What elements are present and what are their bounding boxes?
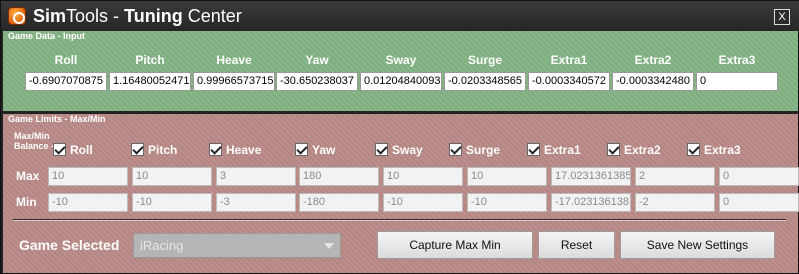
checkmark-icon[interactable] bbox=[527, 143, 540, 157]
title-part-sim: Sim bbox=[33, 6, 67, 26]
min-row-label: Min bbox=[16, 195, 37, 209]
input-header-heave: Heave bbox=[216, 53, 252, 67]
min-value-extra3[interactable]: 0 bbox=[719, 193, 799, 212]
max-value-roll[interactable]: 10 bbox=[48, 167, 128, 186]
max-min-balance-label: Max/Min Balance - bbox=[14, 131, 54, 151]
capture-max-min-button[interactable]: Capture Max Min bbox=[377, 231, 533, 259]
checkbox-label-yaw: Yaw bbox=[312, 142, 336, 157]
input-value-extra2[interactable]: -0.0003342480 bbox=[612, 72, 694, 91]
balance-label-line2: Balance - bbox=[14, 141, 55, 151]
max-value-extra1[interactable]: 17.0231361385 bbox=[551, 167, 631, 186]
input-value-yaw[interactable]: -30.650238037 bbox=[276, 72, 358, 91]
game-limits-panel: Game Limits - Max/Min Max/Min Balance - … bbox=[3, 114, 799, 273]
input-value-roll[interactable]: -0.6907070875 bbox=[25, 72, 107, 91]
input-header-extra3: Extra3 bbox=[718, 53, 756, 67]
balance-checkbox-yaw[interactable]: Yaw bbox=[295, 141, 335, 157]
min-value-roll[interactable]: -10 bbox=[48, 193, 128, 212]
min-value-surge[interactable]: -10 bbox=[467, 193, 547, 212]
checkbox-label-surge: Surge bbox=[466, 142, 501, 157]
min-value-sway[interactable]: -10 bbox=[383, 193, 463, 212]
max-value-heave[interactable]: 3 bbox=[216, 167, 296, 186]
input-header-extra2: Extra2 bbox=[634, 53, 672, 67]
balance-checkbox-roll[interactable]: Roll bbox=[53, 141, 93, 157]
input-value-extra1[interactable]: -0.0003340572 bbox=[528, 72, 610, 91]
min-value-heave[interactable]: -3 bbox=[216, 193, 296, 212]
input-header-sway: Sway bbox=[385, 53, 417, 67]
game-data-input-panel: Game Data - Input Roll Pitch Heave Yaw Sway S… bbox=[3, 31, 798, 111]
min-value-pitch[interactable]: -10 bbox=[132, 193, 212, 212]
input-value-extra3[interactable]: 0 bbox=[696, 72, 778, 91]
game-select-value: iRacing bbox=[140, 238, 184, 253]
title-part-center: Center bbox=[182, 6, 242, 26]
input-header-roll: Roll bbox=[54, 53, 78, 67]
input-header-extra1: Extra1 bbox=[550, 53, 588, 67]
game-selected-label: Game Selected bbox=[19, 237, 120, 253]
simtools-logo-icon bbox=[8, 7, 26, 25]
checkbox-label-extra1: Extra1 bbox=[544, 142, 581, 157]
max-value-extra2[interactable]: 2 bbox=[635, 167, 715, 186]
checkmark-icon[interactable] bbox=[209, 143, 222, 157]
balance-label-line1: Max/Min bbox=[14, 131, 50, 141]
max-value-extra3[interactable]: 0 bbox=[719, 167, 799, 186]
max-value-surge[interactable]: 10 bbox=[467, 167, 547, 186]
checkmark-icon[interactable] bbox=[687, 143, 700, 157]
title-bar: SimTools - Tuning Center X bbox=[1, 1, 799, 31]
balance-checkbox-surge[interactable]: Surge bbox=[449, 141, 500, 157]
game-select-dropdown[interactable]: iRacing bbox=[133, 233, 341, 258]
checkbox-label-heave: Heave bbox=[226, 142, 262, 157]
checkmark-icon[interactable] bbox=[53, 143, 66, 157]
input-header-pitch: Pitch bbox=[135, 53, 165, 67]
reset-button[interactable]: Reset bbox=[538, 231, 615, 259]
checkbox-label-extra3: Extra3 bbox=[704, 142, 741, 157]
input-section-title: Game Data - Input bbox=[8, 31, 86, 41]
max-value-pitch[interactable]: 10 bbox=[132, 167, 212, 186]
section-divider bbox=[13, 219, 786, 221]
checkmark-icon[interactable] bbox=[295, 143, 308, 157]
max-value-sway[interactable]: 10 bbox=[383, 167, 463, 186]
balance-checkbox-extra2[interactable]: Extra2 bbox=[607, 141, 661, 157]
balance-checkbox-heave[interactable]: Heave bbox=[209, 141, 261, 157]
window-title: SimTools - Tuning Center bbox=[33, 6, 242, 27]
limits-section-title: Game Limits - Max/Min bbox=[8, 114, 106, 124]
save-new-settings-button[interactable]: Save New Settings bbox=[620, 231, 775, 259]
input-value-sway[interactable]: 0.01204840093 bbox=[360, 72, 442, 91]
checkmark-icon[interactable] bbox=[449, 143, 462, 157]
checkmark-icon[interactable] bbox=[131, 143, 144, 157]
balance-checkbox-extra1[interactable]: Extra1 bbox=[527, 141, 581, 157]
min-value-extra2[interactable]: -2 bbox=[635, 193, 715, 212]
close-button[interactable]: X bbox=[774, 9, 790, 25]
input-value-heave[interactable]: 0.99966573715 bbox=[193, 72, 275, 91]
balance-checkbox-sway[interactable]: Sway bbox=[375, 141, 423, 157]
checkbox-label-extra2: Extra2 bbox=[624, 142, 661, 157]
checkmark-icon[interactable] bbox=[375, 143, 388, 157]
checkbox-label-sway: Sway bbox=[392, 142, 423, 157]
input-header-yaw: Yaw bbox=[305, 53, 329, 67]
tuning-center-window: SimTools - Tuning Center X Game Data - I… bbox=[0, 0, 799, 274]
balance-checkbox-pitch[interactable]: Pitch bbox=[131, 141, 177, 157]
input-value-pitch[interactable]: 1.16480052471 bbox=[109, 72, 191, 91]
title-part-tools: Tools - bbox=[66, 6, 125, 26]
chevron-down-icon bbox=[324, 243, 334, 249]
input-value-surge[interactable]: -0.0203348565 bbox=[444, 72, 526, 91]
input-header-surge: Surge bbox=[467, 53, 502, 67]
max-value-yaw[interactable]: 180 bbox=[299, 167, 379, 186]
title-part-tuning: Tuning bbox=[124, 6, 183, 26]
max-row-label: Max bbox=[16, 169, 40, 183]
balance-checkbox-extra3[interactable]: Extra3 bbox=[687, 141, 741, 157]
checkbox-label-roll: Roll bbox=[70, 142, 93, 157]
min-value-yaw[interactable]: -180 bbox=[299, 193, 379, 212]
checkbox-label-pitch: Pitch bbox=[148, 142, 178, 157]
checkmark-icon[interactable] bbox=[607, 143, 620, 157]
min-value-extra1[interactable]: -17.023136138 bbox=[551, 193, 631, 212]
